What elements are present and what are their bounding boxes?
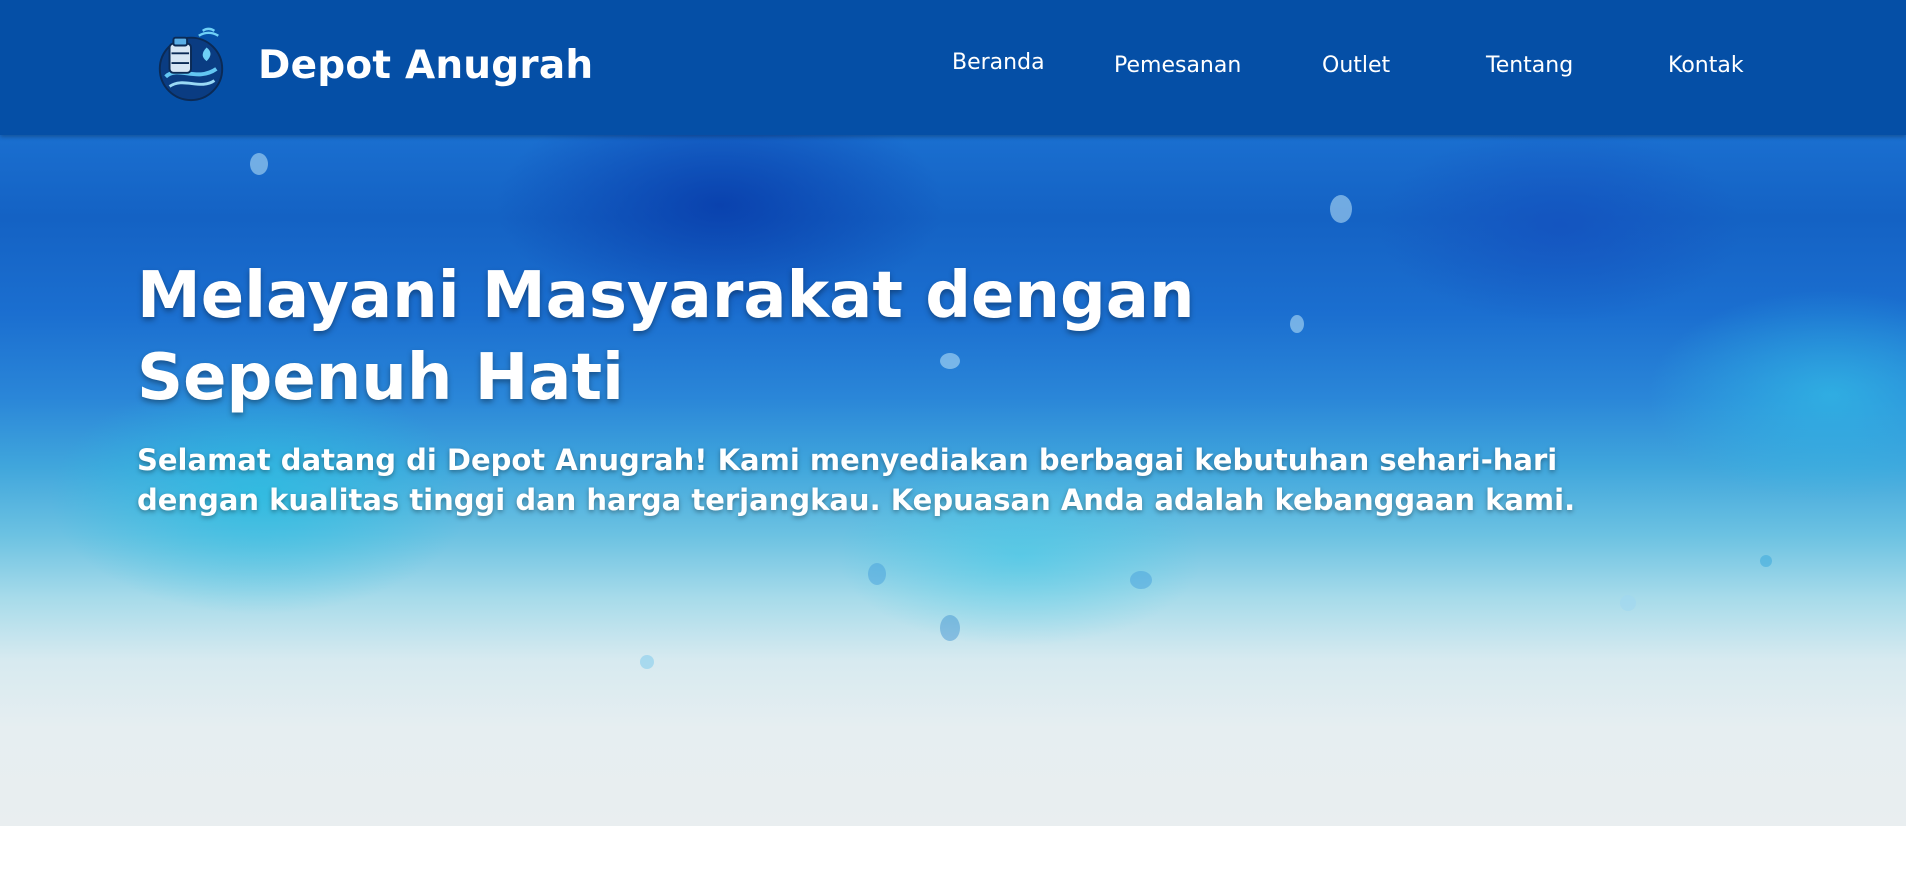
- watercolor-splash: [1130, 571, 1152, 589]
- brand-link[interactable]: Depot Anugrah: [152, 22, 593, 108]
- hero-title-line: Melayani Masyarakat dengan: [137, 259, 1195, 333]
- brand-name: Depot Anugrah: [258, 42, 594, 88]
- nav-tentang[interactable]: Tentang: [1486, 53, 1573, 78]
- hero-description: Selamat datang di Depot Anugrah! Kami me…: [137, 440, 1637, 520]
- watercolor-splash: [250, 153, 268, 175]
- hero-description-line: dengan kualitas tinggi dan harga terjang…: [137, 483, 1576, 517]
- watercolor-splash: [1330, 195, 1352, 223]
- watercolor-splash: [1760, 555, 1772, 567]
- watercolor-splash: [868, 563, 886, 585]
- nav-pemesanan[interactable]: Pemesanan: [1114, 53, 1241, 78]
- watercolor-splash: [640, 655, 654, 669]
- nav-kontak[interactable]: Kontak: [1668, 53, 1744, 78]
- watercolor-splash: [1620, 595, 1636, 611]
- watercolor-splash: [1290, 315, 1304, 333]
- navbar: Depot Anugrah Beranda Pemesanan Outlet T…: [0, 0, 1906, 135]
- hero-title-line: Sepenuh Hati: [137, 341, 624, 415]
- page-content-area: [0, 826, 1906, 885]
- nav-outlet[interactable]: Outlet: [1322, 53, 1390, 78]
- nav-beranda[interactable]: Beranda: [952, 50, 1045, 75]
- water-depot-logo-icon: [158, 27, 224, 102]
- hero-title: Melayani Masyarakat dengan Sepenuh Hati: [137, 255, 1237, 419]
- watercolor-splash: [940, 615, 960, 641]
- hero-section: Melayani Masyarakat dengan Sepenuh Hati …: [0, 135, 1906, 826]
- hero-description-line: Selamat datang di Depot Anugrah! Kami me…: [137, 443, 1558, 477]
